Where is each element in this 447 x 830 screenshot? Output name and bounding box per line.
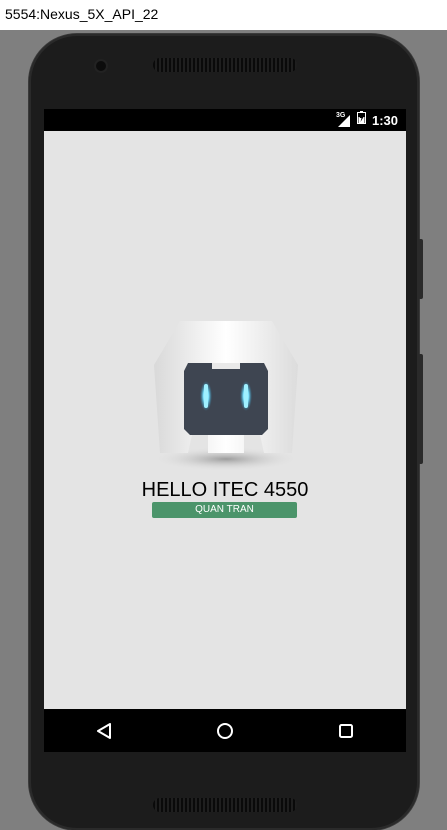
navigation-bar xyxy=(44,709,406,752)
status-bar: 3G 1:30 xyxy=(44,109,406,131)
hello-heading: HELLO ITEC 4550 xyxy=(141,479,309,501)
device-screen: 3G 1:30 HELLO ITEC 4550 QUAN TRAN xyxy=(44,109,406,752)
power-button[interactable] xyxy=(418,354,423,464)
bottom-speaker xyxy=(153,798,297,812)
back-button[interactable] xyxy=(84,711,124,751)
volume-button[interactable] xyxy=(418,239,423,299)
status-clock: 1:30 xyxy=(371,112,398,128)
app-content: HELLO ITEC 4550 QUAN TRAN xyxy=(44,131,406,709)
back-triangle-icon xyxy=(97,722,112,739)
front-camera-icon xyxy=(96,61,106,71)
battery-charging-icon xyxy=(356,111,366,129)
recents-square-icon xyxy=(338,723,353,738)
home-circle-icon xyxy=(216,722,233,739)
home-button[interactable] xyxy=(205,711,245,751)
signal-3g-icon: 3G xyxy=(336,112,351,127)
name-badge: QUAN TRAN xyxy=(152,502,297,518)
cordova-robot-logo xyxy=(152,321,300,476)
emulator-title: 5554:Nexus_5X_API_22 xyxy=(0,0,447,30)
recents-button[interactable] xyxy=(326,711,366,751)
top-speaker xyxy=(153,58,297,72)
